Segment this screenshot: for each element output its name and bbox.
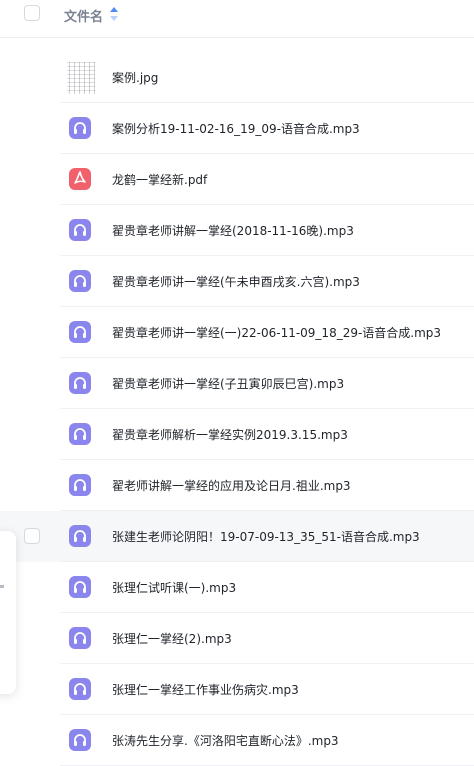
file-row[interactable]: 张理仁试听课(一).mp3 [0, 562, 474, 613]
column-header-filename[interactable]: 文件名 [64, 6, 103, 25]
side-panel[interactable] [0, 531, 16, 694]
headphones-icon [69, 678, 91, 700]
headphones-icon [69, 729, 91, 751]
file-name[interactable]: 翟贵章老师讲解一掌经(2018-11-16晚).mp3 [112, 222, 354, 239]
sort-ascending-icon[interactable] [108, 6, 120, 22]
file-name[interactable]: 翟贵章老师讲一掌经(午未申酉戌亥.六宫).mp3 [112, 273, 360, 290]
headphones-icon [69, 576, 91, 598]
headphones-icon [69, 627, 91, 649]
file-row[interactable]: 翟贵章老师讲一掌经(午未申酉戌亥.六宫).mp3 [0, 256, 474, 307]
file-name[interactable]: 翟老师讲解一掌经的应用及论日月.祖业.mp3 [112, 477, 351, 494]
file-row[interactable]: 张理仁一掌经(2).mp3 [0, 613, 474, 664]
file-row[interactable]: 案例.jpg [0, 52, 474, 103]
row-checkbox[interactable] [24, 528, 40, 544]
file-row[interactable]: 翟贵章老师讲解一掌经(2018-11-16晚).mp3 [0, 205, 474, 256]
file-name[interactable]: 张理仁一掌经(2).mp3 [112, 630, 232, 647]
file-name[interactable]: 张涛先生分享.《河洛阳宅直断心法》.mp3 [112, 732, 339, 749]
file-name[interactable]: 张建生老师论阴阳！19-07-09-13_35_51-语音合成.mp3 [112, 528, 420, 545]
file-name[interactable]: 张理仁试听课(一).mp3 [112, 579, 236, 596]
file-row[interactable]: 龙鹤一掌经新.pdf [0, 154, 474, 205]
headphones-icon [69, 423, 91, 445]
file-name[interactable]: 案例.jpg [112, 69, 158, 86]
file-row[interactable]: 案例分析19-11-02-16_19_09-语音合成.mp3 [0, 103, 474, 154]
file-row[interactable]: 翟贵章老师解析一掌经实例2019.3.15.mp3 [0, 409, 474, 460]
file-name[interactable]: 龙鹤一掌经新.pdf [112, 171, 207, 188]
headphones-icon [69, 117, 91, 139]
file-row[interactable]: 张建生老师论阴阳！19-07-09-13_35_51-语音合成.mp3 [0, 511, 474, 562]
headphones-icon [69, 525, 91, 547]
file-list: 案例.jpg 案例分析19-11-02-16_19_09-语音合成.mp3 龙鹤一掌… [0, 52, 474, 766]
headphones-icon [69, 474, 91, 496]
file-list-header: 文件名 [0, 0, 474, 38]
file-row[interactable]: 翟贵章老师讲一掌经(一)22-06-11-09_18_29-语音合成.mp3 [0, 307, 474, 358]
file-row[interactable]: 翟贵章老师讲一掌经(子丑寅卯辰巳宫).mp3 [0, 358, 474, 409]
file-name[interactable]: 翟贵章老师解析一掌经实例2019.3.15.mp3 [112, 426, 348, 443]
headphones-icon [69, 372, 91, 394]
side-panel-handle[interactable] [0, 585, 4, 588]
headphones-icon [69, 321, 91, 343]
file-row[interactable]: 翟老师讲解一掌经的应用及论日月.祖业.mp3 [0, 460, 474, 511]
file-row[interactable]: 张涛先生分享.《河洛阳宅直断心法》.mp3 [0, 715, 474, 766]
headphones-icon [69, 270, 91, 292]
file-name[interactable]: 翟贵章老师讲一掌经(一)22-06-11-09_18_29-语音合成.mp3 [112, 324, 441, 341]
headphones-icon [69, 219, 91, 241]
pdf-icon [69, 168, 91, 190]
file-name[interactable]: 翟贵章老师讲一掌经(子丑寅卯辰巳宫).mp3 [112, 375, 344, 392]
image-thumbnail [67, 62, 95, 94]
file-row[interactable]: 张理仁一掌经工作事业伤病灾.mp3 [0, 664, 474, 715]
file-name[interactable]: 张理仁一掌经工作事业伤病灾.mp3 [112, 681, 299, 698]
select-all-checkbox[interactable] [24, 5, 40, 21]
file-name[interactable]: 案例分析19-11-02-16_19_09-语音合成.mp3 [112, 120, 360, 137]
